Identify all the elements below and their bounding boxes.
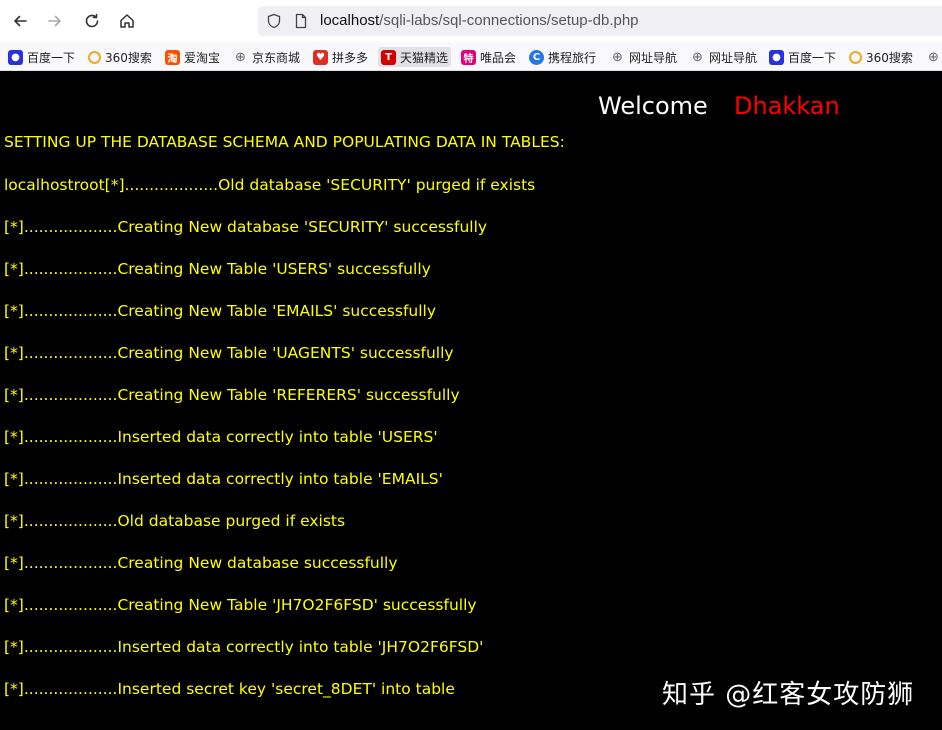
baidu-paw-icon: ● [769,49,784,65]
home-icon [120,14,134,28]
welcome-user-name: Dhakkan [734,92,840,120]
log-line: [*]...................Inserted data corr… [4,470,443,488]
360-search-icon [849,50,862,64]
reload-icon [85,13,99,28]
zhihu-watermark: 知乎 @红客女攻防狮 [662,680,915,710]
log-line: [*]...................Creating New Table… [4,344,454,362]
bookmark-label: 京东商城 [252,50,301,65]
bookmark-ctrip[interactable]: C 携程旅行 [529,47,596,67]
bookmark-label: 携程旅行 [548,50,597,65]
globe-icon: ⊕ [612,49,623,65]
bookmark-tmall[interactable]: T 天猫精选 [378,47,452,67]
bookmark-baidu[interactable]: ● 百度一下 [8,47,75,67]
log-line: [*]...................Inserted data corr… [4,428,438,446]
pinduoduo-icon: ♥ [313,49,328,65]
reload-button[interactable] [80,9,104,33]
bookmarks-bar: ● 百度一下 360搜索 淘 爱淘宝 ⊕ 京东商城 ♥ 拼多多 T 天猫精选 特… [0,42,942,71]
globe-icon: ⊕ [928,49,939,65]
page-info-icon[interactable] [293,13,309,29]
bookmark-baidu-2[interactable]: ● 百度一下 [769,47,836,67]
bookmark-label: 天猫精选 [400,50,449,65]
back-button[interactable] [8,9,32,33]
browser-nav-bar: localhost/sqli-labs/sql-connections/setu… [0,0,942,42]
bookmark-aitaobao[interactable]: 淘 爱淘宝 [165,47,220,67]
log-line: [*]...................Inserted data corr… [4,638,484,656]
log-line: [*]...................Creating New datab… [4,218,488,236]
vip-icon: 特 [461,49,476,65]
log-line: [*]...................Creating New datab… [4,554,398,572]
bookmark-label: 360搜索 [105,50,152,65]
setup-heading: SETTING UP THE DATABASE SCHEMA AND POPUL… [4,133,565,151]
bookmark-nav-2[interactable]: ⊕ 网址导航 [690,47,757,67]
bookmark-label: 360搜索 [866,50,913,65]
address-bar[interactable]: localhost/sqli-labs/sql-connections/setu… [258,6,942,36]
url-host: localhost [320,12,380,29]
forward-button[interactable] [43,9,67,33]
bookmark-jd[interactable]: ⊕ 京东商城 [233,47,300,67]
log-line: [*]...................Creating New Table… [4,302,437,320]
bookmark-label: 百度一下 [27,50,76,65]
arrow-left-icon [14,15,27,27]
bookmark-label: 网址导航 [629,50,678,65]
home-button[interactable] [115,9,139,33]
welcome-text: Welcome [598,92,708,120]
bookmark-vip[interactable]: 特 唯品会 [461,47,516,67]
log-line: [*]...................Old database purge… [4,512,346,530]
log-line: localhostroot[*]...................Old d… [4,176,536,194]
tmall-icon: T [381,49,396,65]
setup-log: localhostroot[*]...................Old d… [4,175,535,721]
bookmark-pinduoduo[interactable]: ♥ 拼多多 [313,47,368,67]
log-line: [*]...................Creating New Table… [4,386,460,404]
bookmark-overflow[interactable]: ⊕ [926,47,942,67]
bookmark-360-search-2[interactable]: 360搜索 [849,47,913,67]
log-line: [*]...................Creating New Table… [4,260,431,278]
globe-icon: ⊕ [235,49,246,65]
shield-icon[interactable] [266,13,282,29]
arrow-right-icon [48,15,61,27]
globe-icon: ⊕ [692,49,703,65]
ctrip-icon: C [529,49,544,65]
url-path: /sqli-labs/sql-connections/setup-db.php [379,12,639,29]
log-line: [*]...................Creating New Table… [4,596,477,614]
bookmark-label: 拼多多 [332,50,369,65]
bookmark-label: 唯品会 [480,50,517,65]
bookmark-nav-1[interactable]: ⊕ 网址导航 [610,47,677,67]
360-search-icon [88,50,101,64]
url-text[interactable]: localhost/sqli-labs/sql-connections/setu… [320,12,639,30]
bookmark-label: 网址导航 [709,50,758,65]
bookmark-label: 爱淘宝 [184,50,221,65]
baidu-paw-icon: ● [8,49,23,65]
log-line: [*]...................Inserted secret ke… [4,680,455,698]
taobao-icon: 淘 [165,49,180,65]
bookmark-360-search[interactable]: 360搜索 [88,47,152,67]
bookmark-label: 百度一下 [788,50,837,65]
